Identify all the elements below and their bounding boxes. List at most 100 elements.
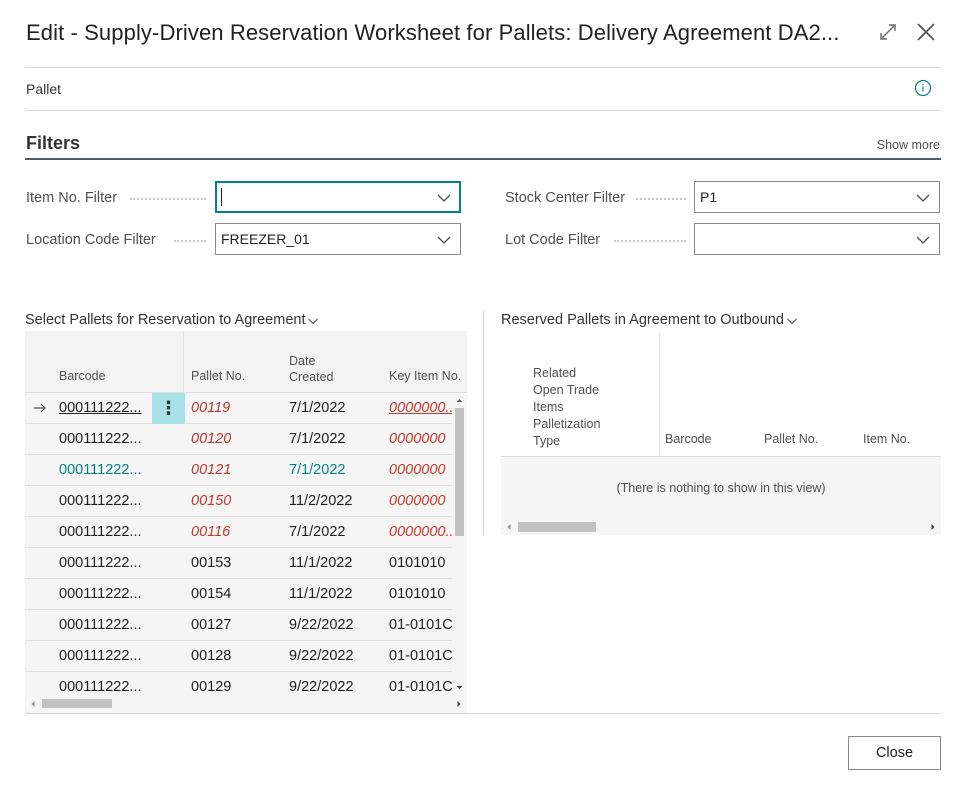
cell-pallet-no[interactable]: 00119	[191, 400, 230, 416]
cell-pallet-no[interactable]: 00116	[191, 524, 230, 540]
table-row[interactable]: 000111222... 00154 11/1/2022 0101010	[25, 579, 467, 610]
cell-pallet-no[interactable]: 00128	[191, 648, 231, 664]
scrollbar-thumb[interactable]	[455, 408, 464, 536]
column-separator	[183, 331, 184, 393]
table-row[interactable]: 000111222... 00119 7/1/2022 0000000... ⋮	[25, 393, 467, 424]
cell-date-created: 9/22/2022	[289, 679, 354, 695]
footer-divider	[25, 713, 941, 714]
cell-pallet-no[interactable]: 00121	[191, 462, 231, 478]
table-row[interactable]: 000111222... 00116 7/1/2022 0000000...	[25, 517, 467, 548]
cell-key-item-no[interactable]: 0000000	[389, 462, 452, 478]
cell-barcode[interactable]: 000111222...	[59, 586, 149, 602]
chevron-down-icon[interactable]	[436, 232, 452, 248]
table-row[interactable]: 000111222... 00120 7/1/2022 0000000	[25, 424, 467, 455]
table-row[interactable]: 000111222... 00127 9/22/2022 01-0101C	[25, 610, 467, 641]
table-row[interactable]: 000111222... 00121 7/1/2022 0000000	[25, 455, 467, 486]
col-header-key-item-no[interactable]: Key Item No.	[389, 368, 461, 384]
cell-key-item-no[interactable]: 0000000...	[389, 524, 452, 540]
table-row[interactable]: 000111222... 00150 11/2/2022 0000000	[25, 486, 467, 517]
chevron-down-icon[interactable]	[915, 232, 931, 248]
cell-date-created: 7/1/2022	[289, 431, 346, 447]
table-row[interactable]: 000111222... 00153 11/1/2022 0101010	[25, 548, 467, 579]
current-row-arrow-icon	[34, 403, 46, 413]
horizontal-scrollbar[interactable]	[25, 695, 467, 713]
item-no-filter-label: Item No. Filter	[26, 190, 118, 206]
cell-key-item-no[interactable]: 0000000...	[389, 400, 452, 416]
col-header-line: Related	[533, 366, 577, 380]
table-row[interactable]: 000111222... 00128 9/22/2022 01-0101C	[25, 641, 467, 672]
show-more-link[interactable]: Show more	[877, 138, 940, 152]
cell-date-created: 7/1/2022	[289, 524, 346, 540]
right-part-title[interactable]: Reserved Pallets in Agreement to Outboun…	[501, 312, 798, 328]
col-header-date-line1: Date	[289, 354, 316, 368]
cell-barcode[interactable]: 000111222...	[59, 617, 149, 633]
col-header-barcode[interactable]: Barcode	[59, 368, 106, 384]
cell-barcode[interactable]: 000111222...	[59, 648, 149, 664]
horizontal-scrollbar[interactable]	[501, 519, 941, 535]
cell-barcode[interactable]: 000111222...	[59, 679, 149, 695]
cell-pallet-no[interactable]: 00127	[191, 617, 231, 633]
location-code-filter-value: FREEZER_01	[221, 231, 310, 247]
filters-title: Filters	[26, 133, 81, 153]
header-label: Pallet	[26, 81, 62, 97]
cell-key-item-no[interactable]: 0101010	[389, 586, 452, 602]
col-header-date-created[interactable]: Date Created	[289, 353, 333, 385]
scroll-up-icon[interactable]	[452, 395, 467, 407]
info-icon[interactable]	[914, 79, 932, 97]
col-header-line: Type	[533, 434, 561, 448]
scrollbar-thumb[interactable]	[42, 699, 112, 708]
stock-center-filter-label: Stock Center Filter	[505, 190, 626, 206]
divider	[25, 110, 941, 111]
cell-date-created: 9/22/2022	[289, 648, 354, 664]
row-actions-icon[interactable]: ⋮	[152, 393, 185, 424]
cell-pallet-no[interactable]: 00129	[191, 679, 231, 695]
vertical-scrollbar[interactable]	[452, 393, 467, 695]
cell-key-item-no[interactable]: 0101010	[389, 555, 452, 571]
reserved-pallets-grid: Related Open Trade Items Palletization T…	[501, 333, 941, 535]
cell-key-item-no[interactable]: 0000000	[389, 431, 452, 447]
item-no-filter-input[interactable]	[215, 181, 461, 213]
cell-key-item-no[interactable]: 01-0101C	[389, 648, 452, 664]
location-code-filter-input[interactable]: FREEZER_01	[215, 223, 461, 255]
close-button[interactable]: Close	[848, 736, 941, 770]
cell-pallet-no[interactable]: 00153	[191, 555, 231, 571]
lot-code-filter-label: Lot Code Filter	[505, 232, 601, 248]
scroll-right-icon[interactable]	[453, 695, 465, 713]
expand-icon[interactable]	[876, 18, 900, 46]
cell-barcode[interactable]: 000111222...	[59, 493, 149, 509]
cell-barcode[interactable]: 000111222...	[59, 431, 149, 447]
cell-barcode[interactable]: 000111222...	[59, 555, 149, 571]
left-part-title[interactable]: Select Pallets for Reservation to Agreem…	[25, 312, 319, 328]
stock-center-filter-input[interactable]: P1	[694, 181, 940, 213]
col-header-barcode[interactable]: Barcode	[665, 431, 712, 448]
grid-header: Barcode Pallet No. Date Created Key Item…	[25, 331, 467, 393]
cell-pallet-no[interactable]: 00154	[191, 586, 231, 602]
col-header-pallet-no[interactable]: Pallet No.	[764, 431, 818, 448]
left-part-title-text: Select Pallets for Reservation to Agreem…	[25, 312, 306, 328]
chevron-down-icon	[308, 318, 319, 325]
cell-pallet-no[interactable]: 00120	[191, 431, 231, 447]
cell-date-created: 11/2/2022	[289, 493, 353, 509]
chevron-down-icon[interactable]	[915, 190, 931, 206]
col-header-related-palletization-type[interactable]: Related Open Trade Items Palletization T…	[533, 365, 600, 450]
cell-barcode[interactable]: 000111222...	[59, 400, 149, 416]
scroll-left-icon[interactable]	[27, 695, 39, 713]
scroll-left-icon[interactable]	[503, 519, 515, 535]
col-header-item-no[interactable]: Item No.	[863, 431, 910, 448]
part-divider	[483, 311, 484, 535]
cell-barcode[interactable]: 000111222...	[59, 524, 149, 540]
scroll-down-icon[interactable]	[452, 681, 467, 693]
cell-key-item-no[interactable]: 01-0101C	[389, 679, 452, 695]
scrollbar-thumb[interactable]	[518, 522, 596, 532]
close-icon[interactable]	[914, 18, 938, 46]
cell-key-item-no[interactable]: 0000000	[389, 493, 452, 509]
col-header-line: Items	[533, 400, 564, 414]
cell-pallet-no[interactable]: 00150	[191, 493, 231, 509]
chevron-down-icon	[787, 318, 797, 325]
lot-code-filter-input[interactable]	[694, 223, 940, 255]
cell-barcode[interactable]: 000111222...	[59, 462, 149, 478]
cell-key-item-no[interactable]: 01-0101C	[389, 617, 452, 633]
scroll-right-icon[interactable]	[927, 519, 939, 535]
chevron-down-icon[interactable]	[436, 190, 452, 206]
col-header-pallet-no[interactable]: Pallet No.	[191, 368, 245, 384]
